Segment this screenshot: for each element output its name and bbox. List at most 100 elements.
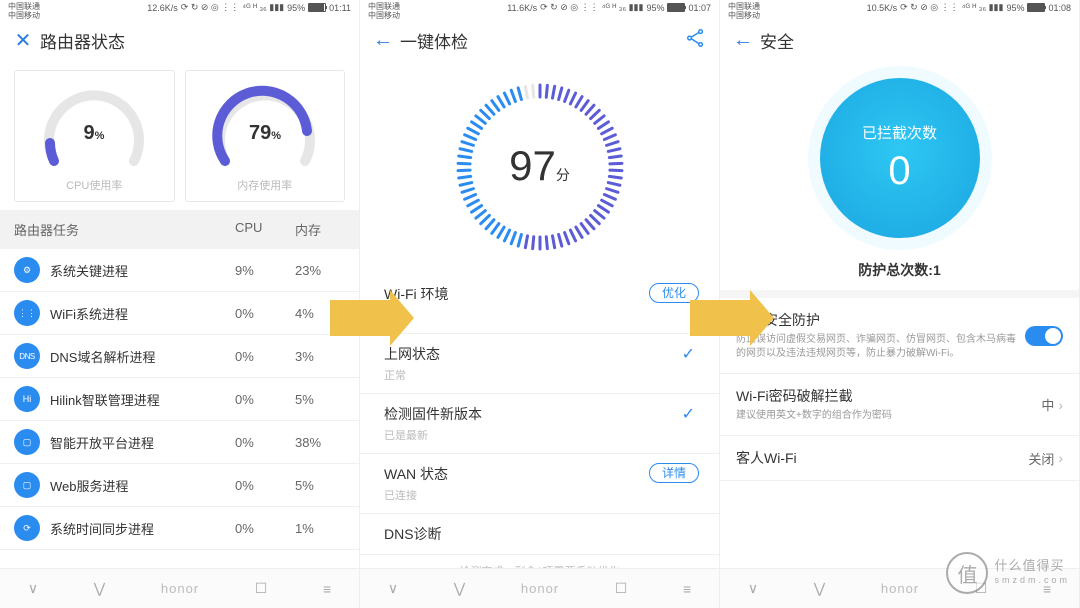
check-title: Wi-Fi 环境: [384, 284, 649, 304]
back-arrow-icon[interactable]: ←: [372, 29, 394, 51]
nav-menu-icon[interactable]: ≡: [683, 581, 691, 597]
block-count: 0: [888, 149, 910, 194]
check-sub: 干净: [384, 307, 649, 323]
watermark-text: 什么值得买 smzdm.com: [994, 558, 1070, 588]
task-table-head: 路由器任务 CPU 内存: [0, 210, 359, 249]
task-row[interactable]: ⚙系统关键进程9%23%: [0, 249, 359, 292]
arrow-icon: [690, 300, 750, 336]
security-sub: 防止误访问虚假交易网页、诈骗网页、仿冒网页、包含木马病毒的网页以及违法违规网页等…: [736, 333, 1025, 361]
status-bar: 中国联通 中国移动 11.6K/s ⟳ ↻ ⊘ ◎ ⋮⋮ ⁴ᴳ ᴴ ₃₆ ▮▮▮…: [360, 0, 719, 18]
carrier-label: 中国联通 中国移动: [368, 2, 400, 20]
security-title: 上网安全防护: [736, 310, 1025, 330]
security-value: 关闭: [1028, 449, 1054, 468]
toggle-switch[interactable]: [1025, 326, 1063, 346]
task-row[interactable]: ▢Web服务进程0%5%: [0, 464, 359, 507]
nav-back-icon[interactable]: ∨: [748, 580, 758, 597]
score-unit: 分: [556, 167, 570, 183]
signal-icon: ⁴ᴳ ᴴ ₃₆ ▮▮▮: [242, 2, 284, 13]
security-row[interactable]: 客人Wi-Fi关闭›: [720, 436, 1079, 481]
carrier-label: 中国联通 中国移动: [8, 2, 40, 20]
check-row[interactable]: 检测固件新版本已是最新✓: [360, 394, 719, 454]
battery-pct: 95%: [1006, 3, 1024, 13]
task-mem: 3%: [295, 349, 345, 364]
check-row[interactable]: DNS诊断: [360, 514, 719, 555]
header: ← 安全: [720, 18, 1079, 62]
check-ok-icon: ✓: [682, 346, 699, 363]
screen-health-check: 中国联通 中国移动 11.6K/s ⟳ ↻ ⊘ ◎ ⋮⋮ ⁴ᴳ ᴴ ₃₆ ▮▮▮…: [360, 0, 720, 608]
check-ok-icon: ✓: [682, 406, 699, 423]
nav-home-icon[interactable]: ⋁: [454, 580, 465, 597]
task-cpu: 0%: [235, 349, 295, 364]
security-hero: 已拦截次数 0 防护总次数:1: [720, 62, 1079, 280]
task-icon: DNS: [14, 343, 40, 369]
svg-text:79%: 79%: [249, 122, 281, 144]
task-row[interactable]: Hi Hilink智联管理进程0%5%: [0, 378, 359, 421]
check-row[interactable]: WAN 状态已连接详情: [360, 454, 719, 514]
header: ← 一键体检: [360, 18, 719, 62]
battery-pct: 95%: [287, 3, 305, 13]
task-name: DNS域名解析进程: [50, 347, 235, 366]
task-cpu: 0%: [235, 392, 295, 407]
task-name: 系统时间同步进程: [50, 519, 235, 538]
nav-recent-icon[interactable]: ☐: [615, 580, 628, 597]
task-mem: 5%: [295, 392, 345, 407]
signal-icon: ⁴ᴳ ᴴ ₃₆ ▮▮▮: [602, 2, 644, 13]
security-title: 客人Wi-Fi: [736, 448, 1028, 468]
nav-bar: ∨ ⋁ honor ☐ ≡: [0, 568, 359, 608]
nav-back-icon[interactable]: ∨: [388, 580, 398, 597]
task-row[interactable]: ⋮⋮WiFi系统进程0%4%: [0, 292, 359, 335]
battery-icon: [308, 3, 326, 12]
task-cpu: 0%: [235, 478, 295, 493]
nav-bar: ∨ ⋁ honor ☐ ≡: [360, 568, 719, 608]
task-icon: Hi: [14, 386, 40, 412]
status-time: 01:11: [329, 3, 351, 13]
task-row[interactable]: DNS DNS域名解析进程0%3%: [0, 335, 359, 378]
check-sub: 正常: [384, 367, 682, 383]
nav-home-icon[interactable]: ⋁: [814, 580, 825, 597]
status-icons: ⟳ ↻ ⊘ ◎ ⋮⋮: [540, 2, 598, 13]
task-name: 智能开放平台进程: [50, 433, 235, 452]
check-action-chip[interactable]: 详情: [649, 463, 699, 483]
screen-router-status: 中国联通 中国移动 12.6K/s ⟳ ↻ ⊘ ◎ ⋮⋮ ⁴ᴳ ᴴ ₃₆ ▮▮▮…: [0, 0, 360, 608]
nav-brand: honor: [521, 581, 559, 596]
th-mem: 内存: [295, 220, 345, 239]
task-row[interactable]: ▢智能开放平台进程0%38%: [0, 421, 359, 464]
signal-icon: ⁴ᴳ ᴴ ₃₆ ▮▮▮: [962, 2, 1004, 13]
chevron-right-icon: ›: [1058, 397, 1063, 413]
status-right: 12.6K/s ⟳ ↻ ⊘ ◎ ⋮⋮ ⁴ᴳ ᴴ ₃₆ ▮▮▮ 95% 01:11: [147, 2, 351, 13]
task-name: Hilink智联管理进程: [50, 390, 235, 409]
chevron-right-icon: ›: [1058, 450, 1063, 466]
close-icon[interactable]: ✕: [12, 29, 34, 51]
task-icon: ⋮⋮: [14, 300, 40, 326]
block-count-circle: 已拦截次数 0: [820, 78, 980, 238]
share-icon[interactable]: [685, 27, 707, 54]
task-icon: ▢: [14, 472, 40, 498]
gauge-cpu-svg: 9%: [34, 81, 154, 171]
battery-icon: [667, 3, 685, 12]
security-row[interactable]: Wi-Fi密码破解拦截建议使用英文+数字的组合作为密码中›: [720, 374, 1079, 436]
nav-recent-icon[interactable]: ☐: [255, 580, 268, 597]
gauge-cpu: 9% CPU使用率: [14, 70, 175, 202]
check-title: WAN 状态: [384, 464, 649, 484]
gauge-mem-label: 内存使用率: [190, 177, 341, 193]
security-sub: 建议使用英文+数字的组合作为密码: [736, 409, 1041, 423]
back-arrow-icon[interactable]: ←: [732, 29, 754, 51]
check-title: 检测固件新版本: [384, 404, 682, 424]
check-sub: 已是最新: [384, 427, 682, 443]
task-cpu: 0%: [235, 521, 295, 536]
nav-brand: honor: [881, 581, 919, 596]
page-title: 一键体检: [400, 28, 468, 53]
status-bar: 中国联通 中国移动 12.6K/s ⟳ ↻ ⊘ ◎ ⋮⋮ ⁴ᴳ ᴴ ₃₆ ▮▮▮…: [0, 0, 359, 18]
nav-menu-icon[interactable]: ≡: [323, 581, 331, 597]
task-mem: 23%: [295, 263, 345, 278]
nav-home-icon[interactable]: ⋁: [94, 580, 105, 597]
task-row[interactable]: ⟳系统时间同步进程0%1%: [0, 507, 359, 550]
status-icons: ⟳ ↻ ⊘ ◎ ⋮⋮: [181, 2, 239, 13]
task-icon: ⚙: [14, 257, 40, 283]
nav-back-icon[interactable]: ∨: [28, 580, 38, 597]
status-time: 01:07: [688, 3, 711, 13]
score-dial: 97分: [360, 62, 719, 274]
gauge-cpu-label: CPU使用率: [19, 177, 170, 193]
status-icons: ⟳ ↻ ⊘ ◎ ⋮⋮: [900, 2, 958, 13]
status-bar: 中国联通 中国移动 10.5K/s ⟳ ↻ ⊘ ◎ ⋮⋮ ⁴ᴳ ᴴ ₃₆ ▮▮▮…: [720, 0, 1079, 18]
